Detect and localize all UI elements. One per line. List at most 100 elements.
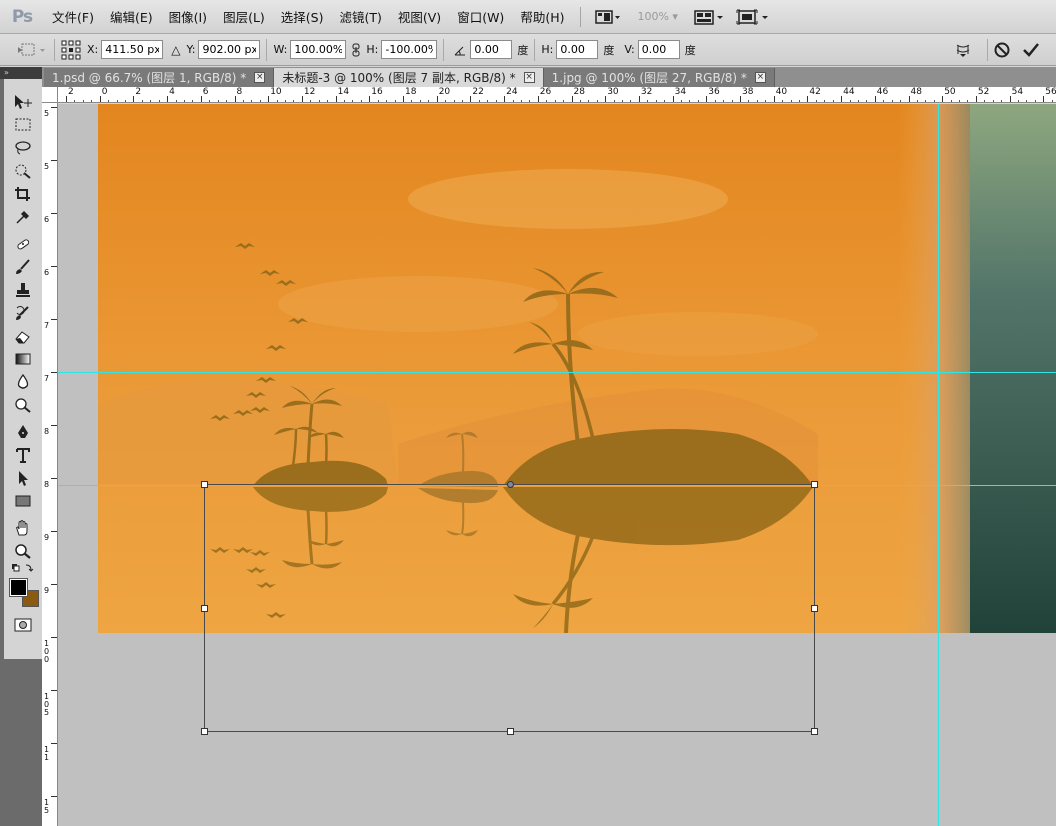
- x-position-input[interactable]: [101, 40, 164, 59]
- eyedropper-tool-icon[interactable]: [10, 206, 36, 228]
- ruler-minor-tick: [445, 100, 447, 102]
- horizontal-ruler[interactable]: 2 0 2 4 6 8 10 12 14 16 18 20 22 24 26 28 30 32 34 36 38 40 42…: [58, 87, 1056, 103]
- ruler-tick-label: 7: [43, 374, 50, 383]
- width-input[interactable]: [290, 40, 347, 59]
- ruler-tick-label: 8: [43, 480, 50, 489]
- tab-document-3[interactable]: 1.jpg @ 100% (图层 27, RGB/8) * ×: [543, 68, 775, 87]
- zoom-tool-icon[interactable]: [10, 540, 36, 562]
- gradient-tool-icon[interactable]: [10, 348, 36, 370]
- pen-tool-icon[interactable]: [10, 421, 36, 443]
- rectangle-tool-icon[interactable]: [10, 490, 36, 512]
- hand-tool-icon[interactable]: [10, 517, 36, 539]
- screen-mode-icon[interactable]: [730, 0, 776, 34]
- reference-point-icon[interactable]: [61, 40, 81, 60]
- foreground-color-swatch[interactable]: [9, 578, 28, 597]
- commit-transform-icon[interactable]: [1022, 42, 1040, 58]
- ruler-minor-tick: [925, 100, 927, 102]
- height-input[interactable]: [381, 40, 438, 59]
- ruler-minor-tick: [386, 100, 388, 102]
- relative-position-icon[interactable]: △: [171, 43, 180, 57]
- default-colors-icon[interactable]: [10, 562, 36, 576]
- ruler-minor-tick: [175, 100, 177, 102]
- ruler-minor-tick: [714, 100, 716, 102]
- rectangular-marquee-tool-icon[interactable]: [10, 114, 36, 136]
- quick-mask-icon[interactable]: [10, 617, 36, 633]
- menu-window[interactable]: 窗口(W): [449, 0, 512, 34]
- ruler-tick: [268, 96, 270, 102]
- menu-layer[interactable]: 图层(L): [215, 0, 273, 34]
- type-tool-icon[interactable]: [10, 444, 36, 466]
- ruler-minor-tick: [377, 100, 379, 102]
- dodge-tool-icon[interactable]: [10, 394, 36, 416]
- zoom-level-select[interactable]: 100% ▾: [627, 10, 687, 23]
- brush-tool-icon[interactable]: [10, 256, 36, 278]
- crop-tool-icon[interactable]: [10, 183, 36, 205]
- horizontal-skew-input[interactable]: [556, 40, 599, 59]
- quick-selection-tool-icon[interactable]: [10, 160, 36, 182]
- ruler-tick: [51, 690, 57, 691]
- vskew-unit: 度: [684, 43, 696, 57]
- ruler-origin[interactable]: [42, 87, 58, 103]
- ruler-tick-label: 46: [876, 87, 889, 97]
- menu-view[interactable]: 视图(V): [390, 0, 449, 34]
- transform-handle-bottom-left[interactable]: [201, 728, 208, 735]
- spot-healing-brush-tool-icon[interactable]: [10, 233, 36, 255]
- lasso-tool-icon[interactable]: [10, 137, 36, 159]
- rotate-angle-input[interactable]: [470, 40, 513, 59]
- close-icon[interactable]: ×: [754, 72, 766, 83]
- vertical-skew-input[interactable]: [637, 40, 680, 59]
- ruler-minor-tick: [394, 100, 396, 102]
- ruler-minor-tick: [82, 100, 84, 102]
- transform-handle-top-left[interactable]: [201, 481, 208, 488]
- horizontal-guide[interactable]: [58, 372, 1056, 373]
- blur-tool-icon[interactable]: [10, 371, 36, 393]
- menu-file[interactable]: 文件(F): [44, 0, 102, 34]
- photoshop-logo: Ps: [11, 6, 33, 27]
- transform-handle-bottom-center[interactable]: [507, 728, 514, 735]
- transform-handle-bottom-right[interactable]: [811, 728, 818, 735]
- path-selection-tool-icon[interactable]: [10, 467, 36, 489]
- menu-help[interactable]: 帮助(H): [512, 0, 572, 34]
- ruler-minor-tick: [428, 100, 430, 102]
- close-icon[interactable]: ×: [523, 72, 535, 83]
- tool-preset-picker[interactable]: [8, 39, 48, 61]
- ruler-tick: [740, 96, 741, 102]
- ruler-tick: [841, 96, 843, 102]
- ruler-tick-label: 32: [640, 87, 653, 97]
- ruler-minor-tick: [588, 100, 590, 102]
- close-icon[interactable]: ×: [254, 72, 266, 83]
- move-tool-icon[interactable]: [10, 91, 36, 113]
- menu-image[interactable]: 图像(I): [161, 0, 215, 34]
- ruler-tick-label: 9: [43, 586, 50, 595]
- canvas-area[interactable]: [58, 104, 1056, 826]
- cancel-transform-icon[interactable]: [994, 42, 1010, 58]
- transform-handle-middle-right[interactable]: [811, 605, 818, 612]
- hskew-unit: 度: [603, 43, 615, 57]
- transform-handle-middle-left[interactable]: [201, 605, 208, 612]
- ruler-tick-label: 2: [68, 87, 74, 97]
- vertical-ruler[interactable]: 5 5 6 6 7 7 8 8 9 9 1 0 0 1 0 5 1 1 1 5: [42, 103, 58, 826]
- ruler-tick-label: 28: [573, 87, 585, 97]
- link-aspect-icon[interactable]: [352, 43, 360, 57]
- warp-mode-icon[interactable]: [955, 42, 971, 58]
- ruler-minor-tick: [487, 100, 489, 102]
- ruler-tick: [51, 531, 57, 532]
- ruler-tick-label: 4: [169, 87, 175, 97]
- transform-reference-point[interactable]: [507, 481, 514, 488]
- y-position-input[interactable]: [198, 40, 261, 59]
- menu-edit[interactable]: 编辑(E): [102, 0, 161, 34]
- launch-bridge-icon[interactable]: [589, 0, 627, 34]
- zoom-level-value: 100%: [637, 10, 669, 23]
- history-brush-tool-icon[interactable]: [10, 302, 36, 324]
- tab-document-1[interactable]: 1.psd @ 66.7% (图层 1, RGB/8) * ×: [44, 68, 275, 87]
- tab-document-2[interactable]: 未标题-3 @ 100% (图层 7 副本, RGB/8) * ×: [274, 68, 544, 87]
- vertical-guide[interactable]: [938, 104, 939, 826]
- clone-stamp-tool-icon[interactable]: [10, 279, 36, 301]
- transform-handle-top-right[interactable]: [811, 481, 818, 488]
- arrange-documents-icon[interactable]: [688, 0, 730, 34]
- menu-select[interactable]: 选择(S): [273, 0, 332, 34]
- menu-filter[interactable]: 滤镜(T): [331, 0, 389, 34]
- eraser-tool-icon[interactable]: [10, 325, 36, 347]
- free-transform-bounding-box[interactable]: [201, 481, 818, 735]
- tool-panel-collapse-icon[interactable]: »: [0, 67, 42, 79]
